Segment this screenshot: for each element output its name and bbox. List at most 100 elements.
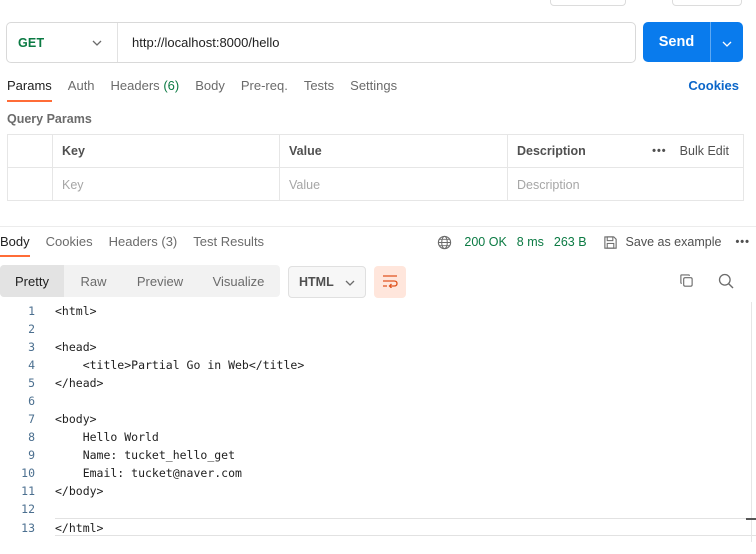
line-number: 1 (28, 304, 35, 318)
send-label: Send (658, 34, 695, 50)
copy-icon[interactable] (679, 273, 694, 288)
wrap-lines-icon (382, 274, 398, 291)
line-number: 12 (21, 502, 35, 516)
send-options-button[interactable] (710, 22, 743, 62)
tab-label: Settings (350, 78, 398, 93)
code-text: Hello World (55, 430, 159, 444)
line-number: 3 (28, 340, 35, 354)
top-toolbar-stub-right (672, 0, 742, 6)
line-number: 10 (21, 466, 35, 480)
query-params-title: Query Params (7, 112, 92, 126)
code-text: </html> (55, 521, 104, 535)
chevron-down-icon (722, 35, 732, 50)
code-line: 6 (0, 392, 756, 410)
tab-label: Body (195, 78, 225, 93)
more-options-icon[interactable]: ••• (652, 145, 667, 157)
table-row: Key Value Description (8, 168, 743, 201)
url-input[interactable]: http://localhost:8000/hello (118, 35, 279, 50)
code-line: 7 <body> (0, 410, 756, 428)
method-select[interactable]: GET (7, 23, 118, 62)
line-number: 8 (28, 430, 35, 444)
chevron-down-icon (91, 37, 103, 49)
response-tab-body[interactable]: Body (0, 234, 30, 257)
tab-label: Headers (110, 78, 160, 93)
key-input[interactable]: Key (53, 168, 280, 201)
send-button[interactable]: Send (643, 22, 743, 62)
save-as-example-button[interactable]: Save as example (626, 235, 722, 249)
top-toolbar-stub-left (550, 0, 626, 6)
bulk-edit-button[interactable]: ••• Bulk Edit (652, 144, 729, 158)
globe-icon[interactable] (437, 235, 452, 250)
format-raw[interactable]: Raw (64, 265, 123, 297)
code-line: 1 <html> (0, 302, 756, 320)
line-number: 6 (28, 394, 35, 408)
url-bar: GET http://localhost:8000/hello (6, 22, 636, 63)
response-tabs: Body Cookies Headers (3) Test Results (0, 234, 280, 257)
code-line: 11 </body> (0, 482, 756, 500)
save-icon (603, 235, 618, 250)
format-preview[interactable]: Preview (123, 265, 197, 297)
column-header-key: Key (53, 135, 280, 167)
line-number: 4 (28, 358, 35, 372)
tab-body[interactable]: Body (195, 78, 225, 102)
line-number: 5 (28, 376, 35, 390)
code-line: 2 (0, 320, 756, 338)
section-divider (0, 226, 756, 227)
tab-auth[interactable]: Auth (68, 78, 95, 102)
vertical-scrollbar[interactable] (751, 302, 756, 542)
code-line: 3 <head> (0, 338, 756, 356)
checkbox-column (8, 135, 53, 167)
code-text: <head> (55, 340, 97, 354)
response-tab-headers[interactable]: Headers (3) (109, 234, 178, 257)
column-header-value: Value (280, 135, 508, 167)
code-line: 12 (0, 500, 756, 518)
tab-label: Auth (67, 78, 95, 93)
chevron-down-icon (345, 275, 355, 289)
bulk-edit-label: Bulk Edit (679, 144, 729, 158)
scrollbar-thumb[interactable] (746, 518, 756, 520)
wrap-lines-button[interactable] (374, 266, 406, 298)
code-text: </head> (55, 376, 104, 390)
language-select[interactable]: HTML (288, 266, 366, 298)
language-label: HTML (299, 275, 334, 289)
code-text: <body> (55, 412, 97, 426)
value-input[interactable]: Value (280, 168, 508, 201)
tab-label: Pre-req. (240, 78, 288, 93)
cookies-link[interactable]: Cookies (688, 78, 739, 93)
row-checkbox-cell (8, 168, 53, 201)
code-line-active: 13 </html> (21, 518, 756, 536)
code-text: Email: tucket@naver.com (55, 466, 242, 480)
code-line: 8 Hello World (0, 428, 756, 446)
response-time[interactable]: 8 ms (517, 235, 544, 249)
format-visualize[interactable]: Visualize (197, 265, 280, 297)
code-text: <title>Partial Go in Web</title> (55, 358, 305, 372)
tab-label: Params (7, 78, 52, 93)
tab-params[interactable]: Params (7, 78, 52, 102)
code-line: 9 Name: tucket_hello_get (0, 446, 756, 464)
response-size[interactable]: 263 B (554, 235, 587, 249)
line-number: 7 (28, 412, 35, 426)
tab-tests[interactable]: Tests (304, 78, 334, 102)
line-number: 13 (21, 521, 35, 535)
line-number: 2 (28, 322, 35, 336)
search-icon[interactable] (718, 273, 734, 289)
format-pretty[interactable]: Pretty (0, 265, 64, 297)
method-label: GET (18, 35, 45, 50)
tab-pre-request[interactable]: Pre-req. (241, 78, 288, 102)
format-selector: Pretty Raw Preview Visualize (0, 265, 280, 297)
code-line: 4 <title>Partial Go in Web</title> (0, 356, 756, 374)
description-input[interactable]: Description (508, 168, 743, 201)
more-options-icon[interactable]: ••• (735, 236, 750, 248)
response-tab-cookies[interactable]: Cookies (46, 234, 93, 257)
line-number: 11 (21, 484, 35, 498)
tab-settings[interactable]: Settings (350, 78, 397, 102)
code-text: Name: tucket_hello_get (55, 448, 236, 462)
code-text: <html> (55, 304, 97, 318)
query-params-table: Key Value Description ••• Bulk Edit Key … (7, 134, 744, 201)
response-meta: 200 OK 8 ms 263 B Save as example ••• (437, 234, 750, 250)
table-header-row: Key Value Description (8, 135, 743, 168)
status-badge[interactable]: 200 OK (464, 235, 506, 249)
tab-headers[interactable]: Headers (6) (111, 78, 180, 102)
response-tab-test-results[interactable]: Test Results (193, 234, 264, 257)
code-line: 10 Email: tucket@naver.com (0, 464, 756, 482)
